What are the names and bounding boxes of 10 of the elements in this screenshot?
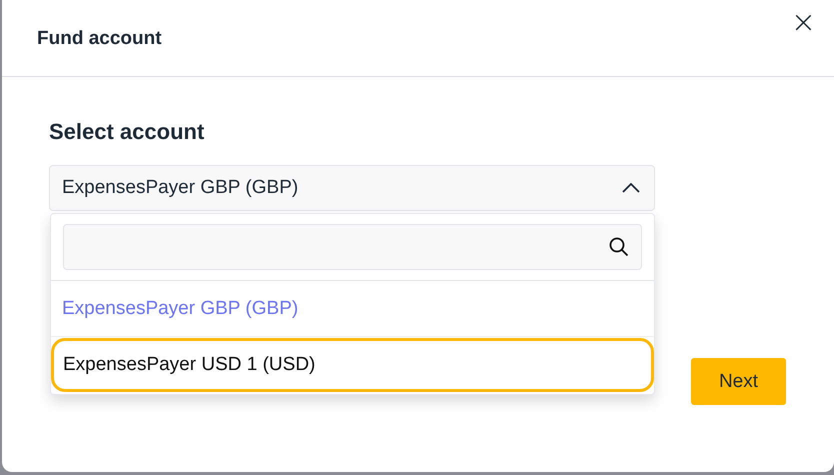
dropdown-option[interactable]: ExpensesPayer USD 1 (USD) (51, 338, 654, 392)
search-icon (609, 237, 629, 257)
dropdown-option[interactable]: ExpensesPayer GBP (GBP) (51, 281, 654, 337)
next-button[interactable]: Next (691, 358, 786, 405)
account-select[interactable]: ExpensesPayer GBP (GBP) (49, 165, 655, 211)
dialog-title: Fund account (37, 28, 162, 50)
section-title: Select account (49, 119, 206, 145)
close-button[interactable]: × (786, 6, 820, 40)
chevron-icon (622, 183, 640, 193)
search-field[interactable] (63, 224, 642, 270)
